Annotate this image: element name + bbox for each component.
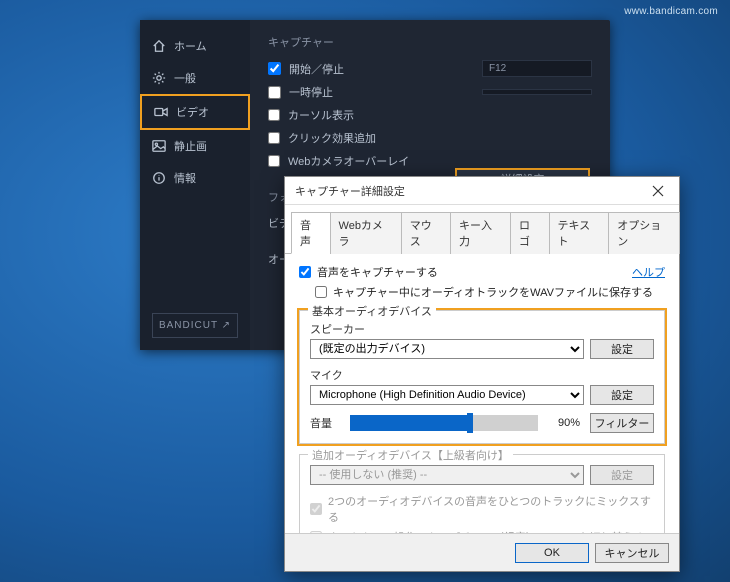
sidebar-item-video[interactable]: ビデオ xyxy=(140,94,250,130)
sidebar-item-label: 静止画 xyxy=(174,138,207,154)
tab-mouse[interactable]: マウス xyxy=(401,212,451,254)
sidebar-item-label: ホーム xyxy=(174,38,207,54)
additional-audio-group: 追加オーディオデバイス【上級者向け】 -- 使用しない (推奨) -- 設定 2… xyxy=(299,454,665,533)
volume-fill xyxy=(350,415,467,431)
volume-thumb[interactable] xyxy=(467,413,473,433)
sidebar: ホーム 一般 ビデオ 静止画 情報 BANDICUT ↗ xyxy=(140,20,250,350)
additional-settings-button: 設定 xyxy=(590,465,654,485)
save-wav-label: キャプチャー中にオーディオトラックをWAVファイルに保存する xyxy=(333,284,653,300)
sidebar-item-label: 情報 xyxy=(174,170,196,186)
sidebar-item-general[interactable]: 一般 xyxy=(140,62,250,94)
mix-tracks-checkbox xyxy=(310,503,322,515)
mix-tracks-label: 2つのオーディオデバイスの音声をひとつのトラックにミックスする xyxy=(328,493,654,525)
capture-audio-checkbox[interactable] xyxy=(299,266,311,278)
capture-detail-dialog: キャプチャー詳細設定 音声 Webカメラ マウス キー入力 ロゴ テキスト オプ… xyxy=(284,176,680,572)
sidebar-item-info[interactable]: 情報 xyxy=(140,162,250,194)
speaker-settings-button[interactable]: 設定 xyxy=(590,339,654,359)
tab-logo[interactable]: ロゴ xyxy=(510,212,550,254)
watermark: www.bandicam.com xyxy=(624,6,718,17)
tab-keyinput[interactable]: キー入力 xyxy=(450,212,511,254)
click-effect-checkbox[interactable] xyxy=(268,132,280,144)
cursor-checkbox[interactable] xyxy=(268,109,280,121)
speaker-label: スピーカー xyxy=(310,321,654,337)
dialog-titlebar[interactable]: キャプチャー詳細設定 xyxy=(285,177,679,205)
volume-label: 音量 xyxy=(310,415,340,431)
info-icon xyxy=(152,171,166,185)
mic-label: マイク xyxy=(310,367,654,383)
primary-audio-group: 基本オーディオデバイス スピーカー (既定の出力デバイス) 設定 マイク Mic… xyxy=(299,310,665,444)
image-icon xyxy=(152,139,166,153)
bandicut-link[interactable]: BANDICUT ↗ xyxy=(152,313,238,338)
record-hotkey-field[interactable]: F12 xyxy=(482,60,592,77)
primary-audio-group-title: 基本オーディオデバイス xyxy=(308,303,436,319)
webcam-overlay-label: Webカメラオーバーレイ xyxy=(288,153,409,169)
capture-audio-label: 音声をキャプチャーする xyxy=(317,264,438,280)
cursor-label: カーソル表示 xyxy=(288,107,354,123)
filter-button[interactable]: フィルター xyxy=(590,413,654,433)
tab-text[interactable]: テキスト xyxy=(549,212,610,254)
sidebar-item-home[interactable]: ホーム xyxy=(140,30,250,62)
gear-icon xyxy=(152,71,166,85)
tab-webcam[interactable]: Webカメラ xyxy=(330,212,402,254)
save-wav-checkbox[interactable] xyxy=(315,286,327,298)
tab-audio[interactable]: 音声 xyxy=(291,212,331,254)
dialog-footer: OK キャンセル xyxy=(285,533,679,571)
video-icon xyxy=(154,105,168,119)
tab-options[interactable]: オプション xyxy=(608,212,680,254)
pause-checkbox[interactable] xyxy=(268,86,281,99)
hotkey-toggle-label: ホットキーの操作でキャプチャー（録音）ON/OFFを切り替える xyxy=(328,529,644,533)
home-icon xyxy=(152,39,166,53)
additional-audio-group-title: 追加オーディオデバイス【上級者向け】 xyxy=(308,447,513,463)
mic-settings-button[interactable]: 設定 xyxy=(590,385,654,405)
mic-select[interactable]: Microphone (High Definition Audio Device… xyxy=(310,385,584,405)
help-link[interactable]: ヘルプ xyxy=(632,264,665,280)
capture-section-title: キャプチャー xyxy=(268,34,592,50)
sidebar-item-image[interactable]: 静止画 xyxy=(140,130,250,162)
hotkey-toggle-checkbox xyxy=(310,531,322,533)
sidebar-item-label: ビデオ xyxy=(176,104,209,120)
close-icon[interactable] xyxy=(643,181,673,201)
record-toggle-checkbox[interactable] xyxy=(268,62,281,75)
pause-hotkey-field[interactable] xyxy=(482,89,592,95)
pause-label: 一時停止 xyxy=(289,84,333,100)
sidebar-item-label: 一般 xyxy=(174,70,196,86)
speaker-select[interactable]: (既定の出力デバイス) xyxy=(310,339,584,359)
additional-device-select[interactable]: -- 使用しない (推奨) -- xyxy=(310,465,584,485)
click-effect-label: クリック効果追加 xyxy=(288,130,376,146)
cancel-button[interactable]: キャンセル xyxy=(595,543,669,563)
dialog-title: キャプチャー詳細設定 xyxy=(295,183,405,199)
webcam-overlay-checkbox[interactable] xyxy=(268,155,280,167)
volume-slider[interactable] xyxy=(350,415,538,431)
dialog-body: ヘルプ 音声をキャプチャーする キャプチャー中にオーディオトラックをWAVファイ… xyxy=(285,254,679,533)
ok-button[interactable]: OK xyxy=(515,543,589,563)
dialog-tabs: 音声 Webカメラ マウス キー入力 ロゴ テキスト オプション xyxy=(285,211,679,254)
volume-percent: 90% xyxy=(548,417,580,429)
record-toggle-label: 開始／停止 xyxy=(289,61,344,77)
